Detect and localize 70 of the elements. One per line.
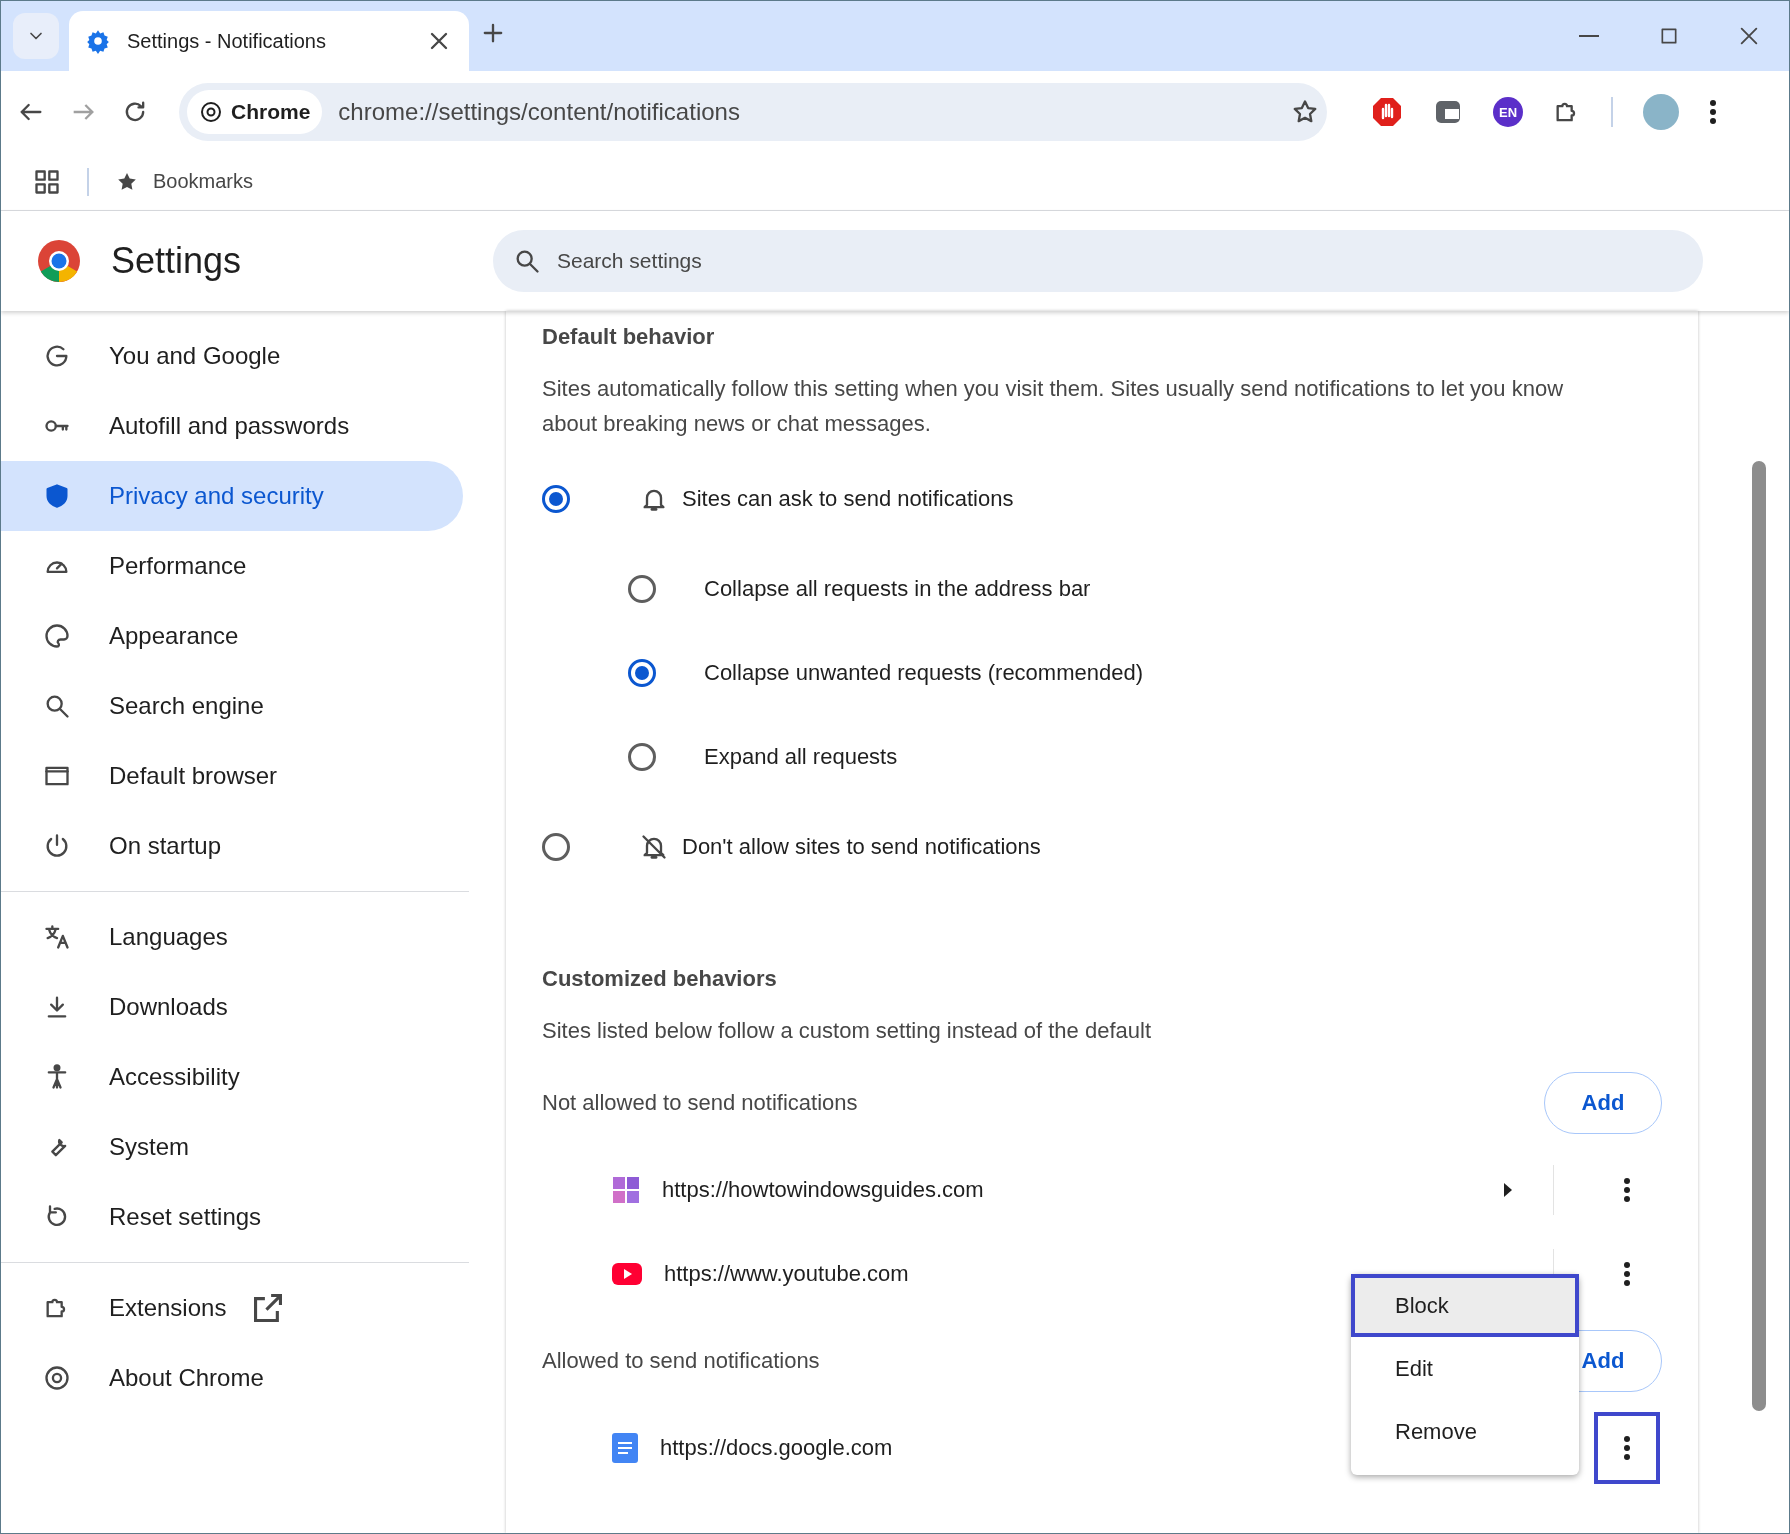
- close-icon: [1738, 25, 1760, 47]
- sidebar-item[interactable]: Extensions: [1, 1273, 463, 1343]
- sidebar-item[interactable]: You and Google: [1, 321, 463, 391]
- section-description: Sites listed below follow a custom setting instead of the default: [542, 1017, 1152, 1045]
- play-favicon-icon: [612, 1263, 642, 1285]
- more-actions-button[interactable]: [1594, 1412, 1660, 1484]
- hand-extension-icon[interactable]: [1371, 96, 1403, 128]
- sidebar-item[interactable]: Privacy and security: [1, 461, 463, 531]
- sidebar-item[interactable]: About Chrome: [1, 1343, 463, 1413]
- site-url[interactable]: https://howtowindowsguides.com: [662, 1177, 1503, 1203]
- chrome-icon: [43, 1364, 71, 1392]
- sidebar-item[interactable]: Search engine: [1, 671, 463, 741]
- sidebar-item[interactable]: System: [1, 1112, 463, 1182]
- translate-icon: [43, 923, 71, 951]
- option-label: Collapse unwanted requests (recommended): [704, 660, 1143, 686]
- tab-title: Settings - Notifications: [127, 29, 327, 53]
- radio-button[interactable]: [628, 743, 656, 771]
- bell-off-icon: [640, 833, 668, 861]
- scrollbar-thumb[interactable]: [1752, 461, 1766, 1411]
- more-icon: [1709, 99, 1717, 125]
- sidebar-item[interactable]: Default browser: [1, 741, 463, 811]
- maximize-icon: [1659, 26, 1679, 46]
- grid-favicon-icon: [612, 1176, 640, 1204]
- sidebar-item[interactable]: Languages: [1, 902, 463, 972]
- document-favicon-icon: [612, 1433, 638, 1463]
- sidebar-item[interactable]: Autofill and passwords: [1, 391, 463, 461]
- option-label: Don't allow sites to send notifications: [682, 834, 1041, 860]
- section-heading: Customized behaviors: [542, 965, 778, 993]
- sidebar-item[interactable]: On startup: [1, 811, 463, 881]
- minimize-icon: [1579, 35, 1599, 37]
- more-icon: [1623, 1177, 1631, 1203]
- menu-item[interactable]: Block: [1351, 1274, 1579, 1337]
- option-label: Collapse all requests in the address bar: [704, 576, 1091, 602]
- site-chip[interactable]: Chrome: [187, 90, 323, 134]
- option-label: Expand all requests: [704, 744, 898, 770]
- option-label: Sites can ask to send notifications: [682, 486, 1014, 512]
- chip-label: Chrome: [231, 100, 311, 124]
- more-icon: [1623, 1435, 1631, 1461]
- sidebar-item[interactable]: Downloads: [1, 972, 463, 1042]
- search-field[interactable]: Search settings: [555, 248, 1683, 274]
- language-extension-badge[interactable]: EN: [1493, 97, 1523, 127]
- apps-grid-icon[interactable]: [33, 167, 61, 196]
- search-bar[interactable]: Search settings: [493, 230, 1703, 292]
- expand-arrow-icon[interactable]: [1503, 1182, 1513, 1198]
- address-bar[interactable]: Chrome chrome://settings/content/notifications: [179, 83, 1327, 141]
- radio-button[interactable]: [542, 485, 570, 513]
- gear-icon: [85, 28, 111, 54]
- sidebar-item[interactable]: Accessibility: [1, 1042, 463, 1112]
- more-icon: [1623, 1261, 1631, 1287]
- radio-button[interactable]: [628, 659, 656, 687]
- radio-button[interactable]: [628, 575, 656, 603]
- menu-item[interactable]: Edit: [1351, 1337, 1579, 1400]
- page-title: Settings: [111, 240, 243, 282]
- radio-button[interactable]: [542, 833, 570, 861]
- sidebar-item[interactable]: Performance: [1, 531, 463, 601]
- browser-tab[interactable]: Settings - Notifications: [69, 11, 469, 71]
- palette-icon: [43, 622, 71, 650]
- sidebar-item[interactable]: Reset settings: [1, 1182, 463, 1252]
- section-heading: Default behavior: [542, 323, 716, 351]
- sidebar-item[interactable]: Appearance: [1, 601, 463, 671]
- bookmarks-link[interactable]: Bookmarks: [153, 170, 254, 193]
- chrome-icon: [199, 100, 223, 124]
- external-link-icon[interactable]: [254, 1294, 283, 1322]
- menu-item[interactable]: Remove: [1351, 1400, 1579, 1463]
- section-description: Sites automatically follow this setting when you visit them. Sites usually send notifications to let you know about breaking news or chat messages.: [542, 375, 1565, 438]
- url-text: chrome://settings/content/notifications: [338, 98, 741, 126]
- list-label: Not allowed to send notifications: [542, 1090, 858, 1116]
- add-button[interactable]: Add: [1544, 1072, 1662, 1134]
- chrome-logo-icon: [37, 239, 81, 283]
- list-label: Allowed to send notifications: [542, 1348, 820, 1374]
